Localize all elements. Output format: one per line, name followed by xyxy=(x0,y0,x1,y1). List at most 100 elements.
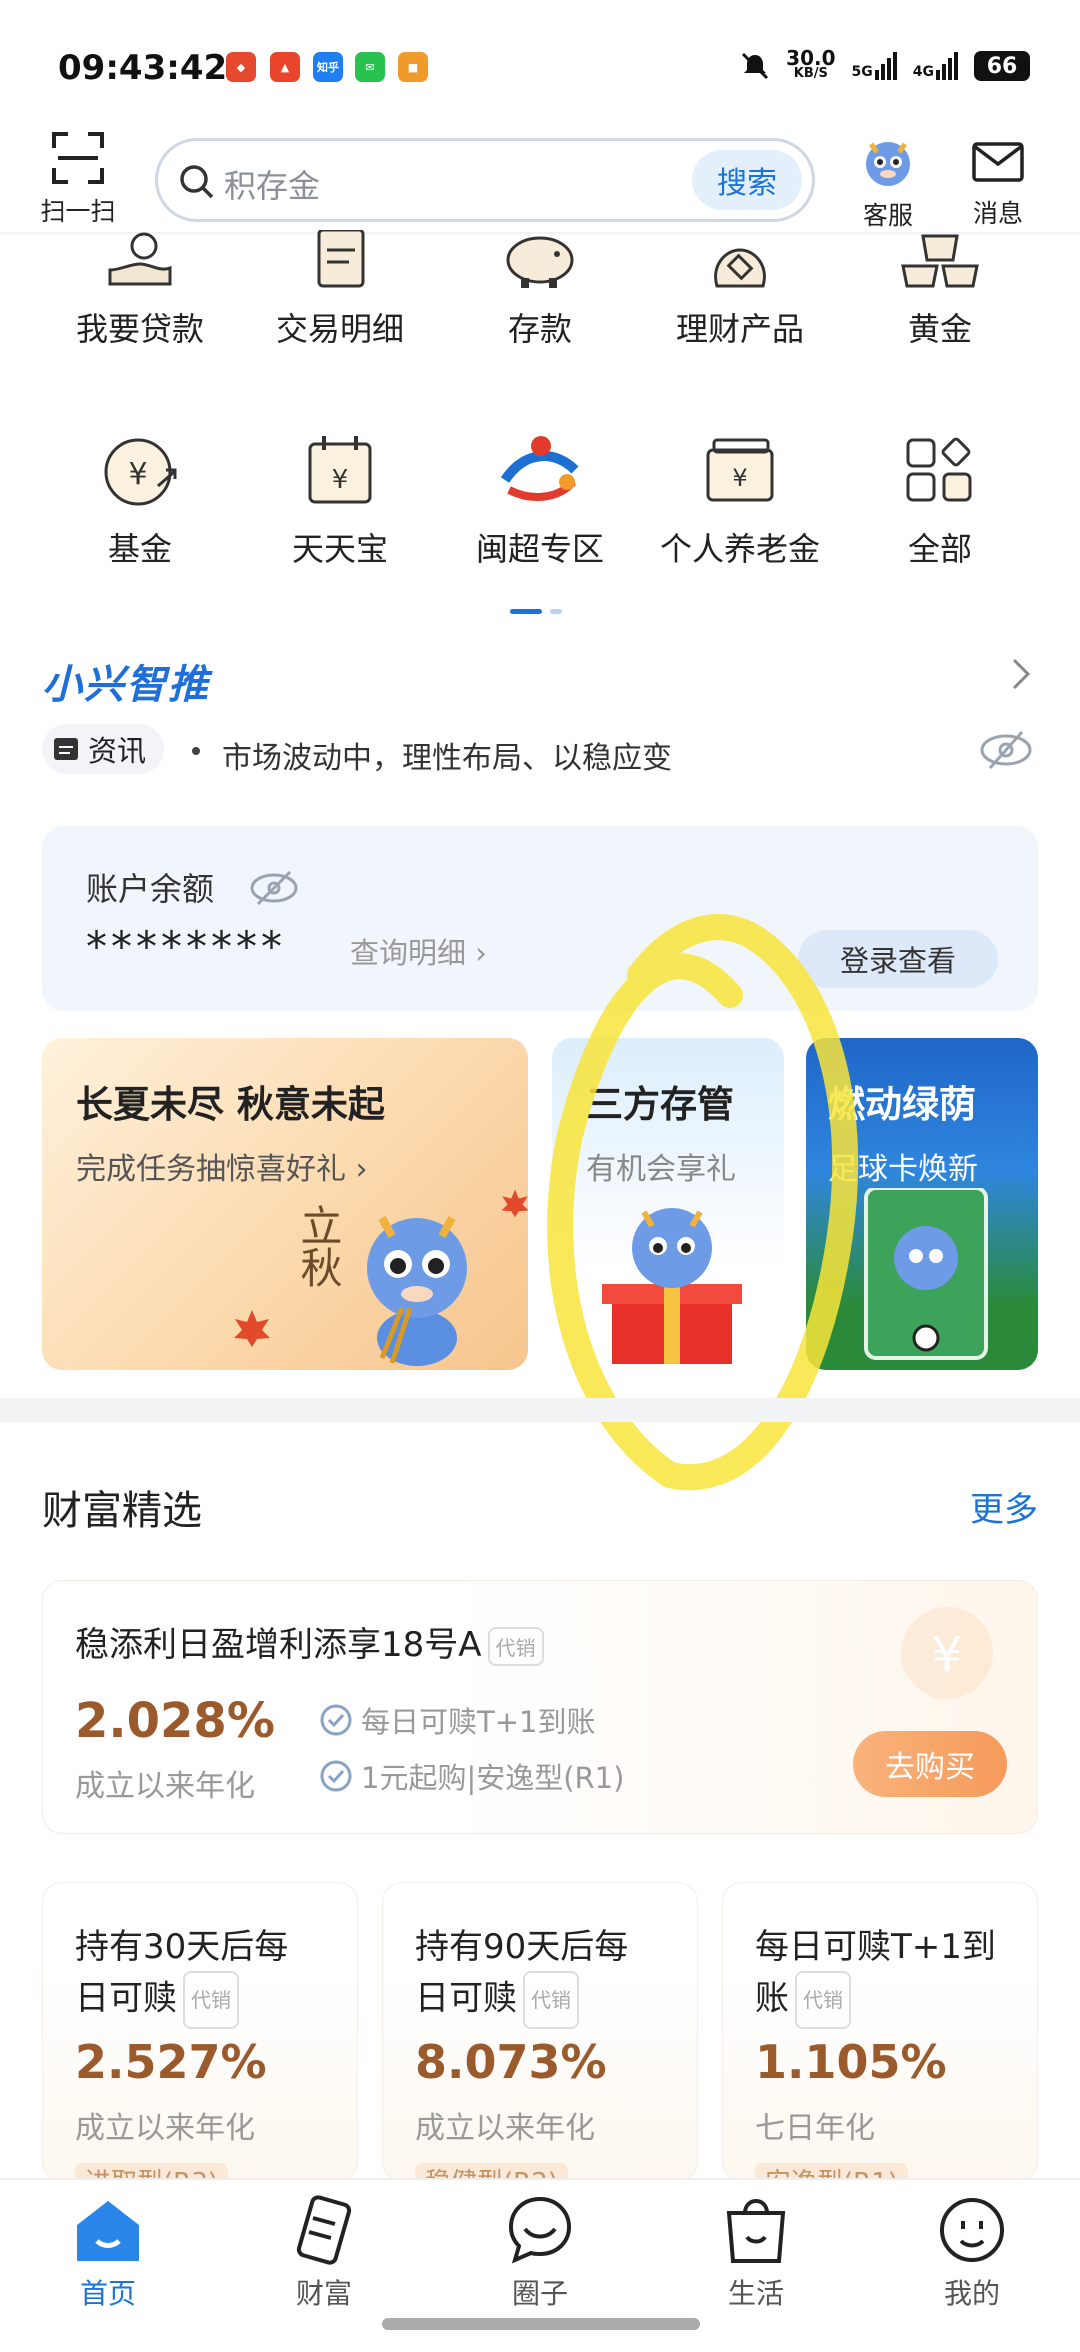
mail-icon xyxy=(972,142,1024,182)
app-notification-icon: ■ xyxy=(398,52,428,82)
consign-tag: 代销 xyxy=(523,1971,579,2029)
product-name: 持有90天后每 日可赎 代销 xyxy=(415,1923,675,2029)
page-dot-active xyxy=(510,609,542,614)
grid-label: 黄金 xyxy=(907,310,972,348)
rate-label: 成立以来年化 xyxy=(75,2111,255,2146)
battery-indicator: 66 xyxy=(974,51,1030,81)
consign-tag: 代销 xyxy=(183,1971,239,2029)
tab-life[interactable]: 生活 xyxy=(686,2190,826,2312)
grid-item-loan[interactable]: 我要贷款 xyxy=(40,220,240,350)
tab-label: 圈子 xyxy=(511,2277,568,2310)
check-circle-icon xyxy=(320,1760,352,1792)
product-card[interactable]: 持有30天后每日可赎代销 2.527% 成立以来年化 进取型(R3) xyxy=(42,1882,358,2203)
product-rate: 8.073% xyxy=(415,2035,607,2089)
more-link[interactable]: 更多 xyxy=(970,1482,1038,1531)
buy-button[interactable]: 去购买 xyxy=(853,1731,1007,1797)
rate-label: 成立以来年化 xyxy=(75,1769,255,1804)
eye-hidden-icon[interactable] xyxy=(978,728,1034,772)
grid-label: 存款 xyxy=(507,310,572,348)
grid-item-all[interactable]: 全部 xyxy=(840,420,1040,570)
detail-link[interactable]: 查询明细 › xyxy=(350,930,487,972)
tab-home[interactable]: 首页 xyxy=(38,2190,178,2312)
signal-4g-icon: 4G xyxy=(913,52,958,80)
balance-masked: ******** xyxy=(86,922,286,971)
featured-product-card[interactable]: 稳添利日盈增利添享18号A 代销 2.028% 成立以来年化 每日可赎T+1到账 … xyxy=(42,1580,1038,1834)
product-card[interactable]: 持有90天后每日可赎代销 8.073% 成立以来年化 稳健型(R2) xyxy=(382,1882,698,2203)
grid-label: 全部 xyxy=(907,530,972,568)
banner-subtitle: 完成任务抽惊喜好礼 › xyxy=(76,1152,368,1187)
banner-autumn[interactable]: 长夏未尽 秋意未起 完成任务抽惊喜好礼 › 立秋 xyxy=(42,1038,528,1370)
profile-face-icon xyxy=(940,2198,1004,2262)
status-bar: 09:43:42 ◆ ▲ 知乎 ✉ ■ 30.0 KB/S 5G 4G 66 xyxy=(0,0,1080,130)
consign-tag: 代销 xyxy=(795,1971,851,2029)
fund-growth-icon: ¥ xyxy=(104,438,177,506)
search-icon xyxy=(180,165,214,199)
tab-label: 生活 xyxy=(727,2277,784,2310)
tab-label: 首页 xyxy=(79,2277,136,2310)
rate-label: 七日年化 xyxy=(755,2111,875,2146)
shopping-bag-icon xyxy=(726,2199,786,2263)
message-button[interactable]: 消息 xyxy=(958,130,1038,230)
tab-mine[interactable]: 我的 xyxy=(902,2190,1042,2312)
xiaoxing-title: 小兴智推 xyxy=(42,662,210,708)
grid-item-transactions[interactable]: 交易明细 xyxy=(240,220,440,350)
product-feature: 1元起购|安逸型(R1) xyxy=(319,1755,624,1797)
page-indicator xyxy=(510,609,562,614)
grid-label: 闽超专区 xyxy=(475,530,604,568)
scan-button[interactable]: 扫一扫 xyxy=(38,130,118,228)
calendar-yuan-icon: ¥ xyxy=(308,436,372,504)
search-button[interactable]: 搜索 xyxy=(692,150,802,210)
grid-label: 个人养老金 xyxy=(659,530,820,568)
tab-wealth[interactable]: 财富 xyxy=(254,2190,394,2312)
tab-circle[interactable]: 圈子 xyxy=(470,2190,610,2312)
grid-item-deposit[interactable]: 存款 xyxy=(440,220,640,350)
home-icon xyxy=(77,2201,139,2261)
zhihu-app-icon: 知乎 xyxy=(313,52,343,82)
product-name: 每日可赎T+1到账代销 xyxy=(755,1923,1015,2029)
bank-card-illustration xyxy=(864,1188,988,1360)
bullet-dot xyxy=(192,747,200,755)
banner-title: 长夏未尽 秋意未起 xyxy=(76,1083,385,1126)
customer-service-button[interactable]: 客服 xyxy=(848,130,928,232)
chat-smile-icon xyxy=(508,2196,572,2264)
grid-item-minchao[interactable]: 闽超专区 xyxy=(440,420,640,570)
search-bar[interactable]: 积存金 搜索 xyxy=(155,138,815,222)
check-circle-icon xyxy=(320,1704,352,1736)
grid-item-pension[interactable]: ¥ 个人养老金 xyxy=(640,420,840,570)
scan-icon xyxy=(52,132,104,184)
grid-label: 天天宝 xyxy=(291,530,388,568)
dragon-mascot-icon xyxy=(866,142,910,186)
piggy-bank-icon xyxy=(506,236,574,288)
wechat-app-icon: ✉ xyxy=(355,52,385,82)
news-text[interactable]: 市场波动中，理性布局、以稳应变 xyxy=(222,733,672,777)
app-notification-icon: ◆ xyxy=(226,52,256,82)
product-name: 稳添利日盈增利添享18号A 代销 xyxy=(75,1617,544,1666)
chevron-right-icon[interactable] xyxy=(1008,656,1034,692)
grid-item-wealth-products[interactable]: 理财产品 xyxy=(640,220,840,350)
status-time: 09:43:42 xyxy=(58,48,228,88)
product-card[interactable]: 每日可赎T+1到账代销 1.105% 七日年化 安逸型(R1) xyxy=(722,1882,1038,2203)
svg-text:¥: ¥ xyxy=(732,464,747,492)
grid-item-gold[interactable]: 黄金 xyxy=(840,220,1040,350)
all-apps-icon xyxy=(906,437,972,502)
wealth-title: 财富精选 xyxy=(42,1488,202,1534)
grid-item-fund[interactable]: ¥ 基金 xyxy=(40,420,240,570)
grid-label: 交易明细 xyxy=(275,310,404,348)
maple-leaf-icon xyxy=(234,1310,270,1347)
grid-label: 我要贷款 xyxy=(75,310,204,348)
grid-item-tiantianbao[interactable]: ¥ 天天宝 xyxy=(240,420,440,570)
mute-bell-icon xyxy=(742,52,769,80)
section-separator xyxy=(0,1398,1080,1422)
gesture-home-bar[interactable] xyxy=(382,2318,700,2330)
signal-5g-icon: 5G xyxy=(852,52,897,80)
news-tag-label: 资讯 xyxy=(88,734,147,768)
svg-text:¥: ¥ xyxy=(932,1627,963,1683)
tab-label: 我的 xyxy=(943,2277,1000,2310)
product-name: 持有30天后每 日可赎 代销 xyxy=(75,1923,335,2029)
page-dot xyxy=(550,609,562,614)
dragon-mascot-illustration xyxy=(367,1216,467,1366)
eye-hidden-icon[interactable] xyxy=(248,868,300,908)
grid-label: 基金 xyxy=(107,530,172,568)
status-icons: 30.0 KB/S 5G 4G 66 xyxy=(740,48,1030,82)
product-feature: 每日可赎T+1到账 xyxy=(319,1699,595,1741)
